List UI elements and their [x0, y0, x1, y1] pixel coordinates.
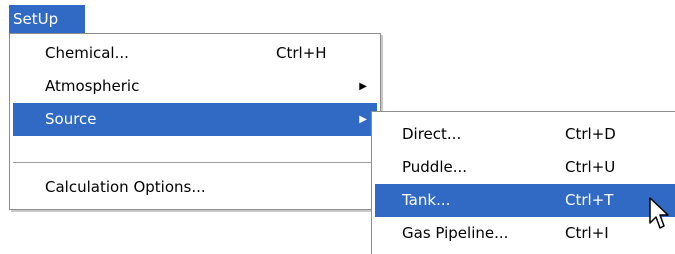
submenu-item-puddle[interactable]: Puddle... Ctrl+U — [375, 151, 672, 184]
menu-item-source[interactable]: Source ▶ — [13, 103, 377, 136]
menu-item-atmospheric[interactable]: Atmospheric ▶ — [13, 70, 377, 103]
menu-item-label: Chemical... — [45, 44, 129, 62]
submenu-arrow-icon: ▶ — [359, 114, 367, 125]
setup-menu: Chemical... Ctrl+H Atmospheric ▶ Source … — [9, 33, 381, 210]
submenu-item-gas-pipeline[interactable]: Gas Pipeline... Ctrl+I — [375, 217, 672, 250]
menu-item-shortcut: Ctrl+T — [565, 191, 614, 209]
menu-item-shortcut: Ctrl+I — [565, 224, 609, 242]
submenu-item-direct[interactable]: Direct... Ctrl+D — [375, 118, 672, 151]
menu-item-label: Atmospheric — [45, 77, 140, 95]
menu-item-shortcut: Ctrl+U — [565, 158, 616, 176]
menu-separator — [13, 162, 377, 163]
menu-item-label: Puddle... — [402, 158, 468, 176]
source-submenu: Direct... Ctrl+D Puddle... Ctrl+U Tank..… — [371, 111, 675, 254]
mouse-pointer-icon — [649, 197, 669, 229]
submenu-arrow-icon: ▶ — [359, 81, 367, 92]
menu-item-chemical[interactable]: Chemical... Ctrl+H — [13, 37, 377, 70]
setup-menu-title[interactable]: SetUp — [9, 5, 85, 33]
menu-item-calculation-options[interactable]: Calculation Options... — [13, 171, 377, 204]
menu-item-label: Source — [45, 110, 97, 128]
menu-item-label: Tank... — [402, 191, 451, 209]
submenu-item-tank[interactable]: Tank... Ctrl+T — [375, 184, 675, 217]
menu-item-label: Direct... — [402, 125, 462, 143]
menu-item-label: Gas Pipeline... — [402, 224, 509, 242]
menu-item-shortcut: Ctrl+H — [276, 44, 327, 62]
menu-item-shortcut: Ctrl+D — [565, 125, 616, 143]
menu-item-label: Calculation Options... — [45, 178, 206, 196]
